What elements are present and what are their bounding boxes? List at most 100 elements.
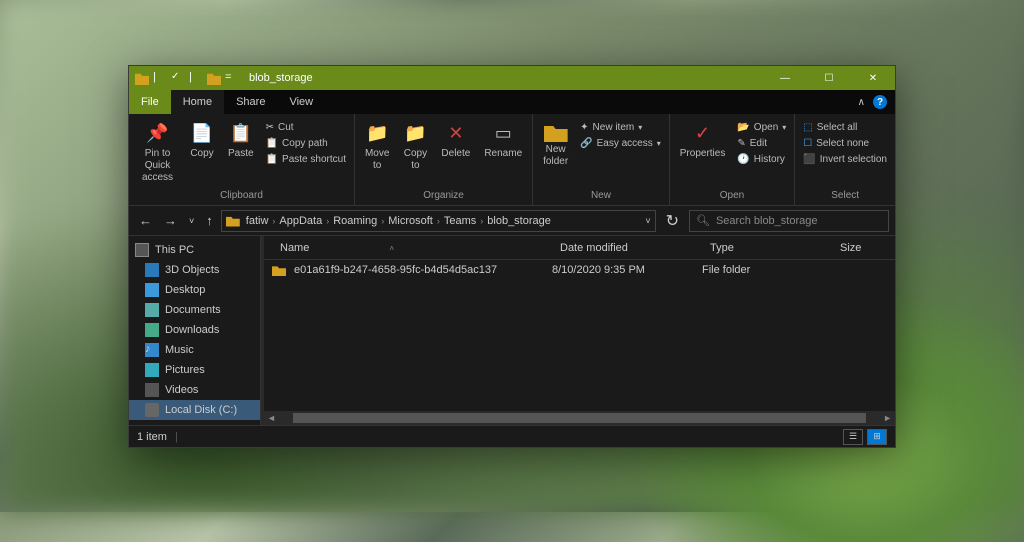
copy-button[interactable]: 📄 Copy	[184, 120, 220, 162]
explorer-window: | ✓ | = blob_storage — ☐ ✕ File Home Sha…	[128, 65, 896, 448]
chevron-down-icon[interactable]: ˅	[645, 216, 650, 226]
help-icon[interactable]: ?	[873, 95, 887, 109]
file-row[interactable]: e01a61f9-b247-4658-95fc-b4d54d5ac137 8/1…	[264, 260, 895, 280]
move-to-button[interactable]: 📁Move to	[359, 120, 395, 174]
titlebar: | ✓ | = blob_storage — ☐ ✕	[129, 66, 895, 90]
paste-shortcut-button[interactable]: 📋Paste shortcut	[262, 152, 350, 167]
cut-icon	[266, 122, 274, 133]
content-pane: Name˄ Date modified Type Size e01a61f9-b…	[264, 236, 895, 425]
breadcrumb-item[interactable]: Teams	[444, 215, 476, 227]
invert-selection-button[interactable]: ⬛Invert selection	[799, 152, 891, 167]
history-button[interactable]: 🕐History	[733, 152, 790, 167]
recent-button[interactable]: ˅	[185, 216, 198, 226]
tab-share[interactable]: Share	[224, 90, 277, 114]
delete-icon: ✕	[444, 122, 468, 146]
cut-button[interactable]: Cut	[262, 120, 350, 135]
collapse-ribbon-button[interactable]: ∧	[858, 97, 865, 108]
check-icon: ✓	[171, 71, 185, 85]
new-folder-button[interactable]: New folder	[537, 120, 574, 170]
copy-path-button[interactable]: 📋Copy path	[262, 136, 350, 151]
music-icon: ♪	[145, 343, 159, 357]
chevron-down-icon: ▾	[638, 123, 642, 132]
breadcrumb-item[interactable]: fatiw	[246, 215, 269, 227]
column-size[interactable]: Size	[832, 242, 895, 254]
file-list: e01a61f9-b247-4658-95fc-b4d54d5ac137 8/1…	[264, 260, 895, 411]
app-icon	[135, 71, 149, 85]
ribbon: 📌 Pin to Quick access 📄 Copy 📋 Paste Cut…	[129, 114, 895, 206]
folder-icon	[544, 122, 568, 142]
view-icons-button[interactable]: ⊞	[867, 429, 887, 445]
divider-icon: |	[153, 71, 167, 85]
rename-icon: ▭	[491, 122, 515, 146]
chevron-right-icon: ›	[377, 216, 388, 226]
maximize-button[interactable]: ☐	[807, 66, 851, 90]
sidebar-item-videos[interactable]: Videos	[129, 380, 260, 400]
column-headers: Name˄ Date modified Type Size	[264, 236, 895, 260]
search-input[interactable]: 🔍︎ Search blob_storage	[689, 210, 889, 232]
sidebar-item-desktop[interactable]: Desktop	[129, 280, 260, 300]
breadcrumb-item[interactable]: Microsoft	[388, 215, 433, 227]
sidebar-item-3d-objects[interactable]: 3D Objects	[129, 260, 260, 280]
breadcrumb-item[interactable]: Roaming	[333, 215, 377, 227]
sidebar-item-local-disk[interactable]: Local Disk (C:)	[129, 400, 260, 420]
tab-home[interactable]: Home	[171, 90, 224, 114]
edit-button[interactable]: ✎Edit	[733, 136, 790, 151]
up-button[interactable]: ↑	[202, 213, 217, 228]
file-type: File folder	[702, 264, 832, 276]
delete-button[interactable]: ✕Delete	[435, 120, 476, 162]
window-title: blob_storage	[245, 72, 763, 84]
open-button[interactable]: 📂Open▾	[733, 120, 790, 135]
select-all-button[interactable]: ⬚Select all	[799, 120, 891, 135]
tab-view[interactable]: View	[277, 90, 325, 114]
sidebar-this-pc[interactable]: This PC	[129, 240, 260, 260]
chevron-right-icon: ›	[268, 216, 279, 226]
close-button[interactable]: ✕	[851, 66, 895, 90]
sidebar: This PC 3D Objects Desktop Documents Dow…	[129, 236, 261, 425]
forward-button[interactable]: →	[160, 213, 181, 228]
column-date[interactable]: Date modified	[552, 242, 702, 254]
group-label: Open	[674, 188, 791, 203]
properties-button[interactable]: ✓Properties	[674, 120, 732, 162]
address-bar[interactable]: fatiw› AppData› Roaming› Microsoft› Team…	[221, 210, 656, 232]
copyto-icon: 📁	[403, 122, 427, 146]
copy-icon: 📄	[190, 122, 214, 146]
chevron-right-icon: ›	[476, 216, 487, 226]
easy-access-button[interactable]: 🔗Easy access▾	[576, 136, 665, 151]
refresh-button[interactable]: ↻	[660, 211, 685, 231]
sidebar-item-documents[interactable]: Documents	[129, 300, 260, 320]
scroll-right-icon[interactable]: ►	[880, 413, 895, 423]
scroll-thumb[interactable]	[293, 413, 866, 423]
back-button[interactable]: ←	[135, 213, 156, 228]
edit-icon: ✎	[737, 138, 745, 149]
disk-icon	[145, 403, 159, 417]
search-placeholder: Search blob_storage	[716, 215, 818, 227]
select-none-button[interactable]: ☐Select none	[799, 136, 891, 151]
column-type[interactable]: Type	[702, 242, 832, 254]
sidebar-item-downloads[interactable]: Downloads	[129, 320, 260, 340]
search-icon: 🔍︎	[696, 214, 710, 227]
sidebar-item-pictures[interactable]: Pictures	[129, 360, 260, 380]
minimize-button[interactable]: —	[763, 66, 807, 90]
group-label: Select	[799, 188, 891, 203]
scroll-left-icon[interactable]: ◄	[264, 413, 279, 423]
view-details-button[interactable]: ☰	[843, 429, 863, 445]
sidebar-item-music[interactable]: ♪Music	[129, 340, 260, 360]
rename-button[interactable]: ▭Rename	[478, 120, 528, 162]
separator: =	[225, 71, 239, 85]
3d-icon	[145, 263, 159, 277]
invert-icon: ⬛	[803, 154, 815, 165]
tab-file[interactable]: File	[129, 90, 171, 114]
column-name[interactable]: Name˄	[272, 242, 552, 254]
open-icon: 📂	[737, 122, 749, 133]
chevron-right-icon: ›	[433, 216, 444, 226]
chevron-right-icon: ›	[322, 216, 333, 226]
pin-quick-access-button[interactable]: 📌 Pin to Quick access	[133, 120, 182, 186]
breadcrumb-item[interactable]: blob_storage	[487, 215, 551, 227]
breadcrumb-item[interactable]: AppData	[279, 215, 322, 227]
paste-button[interactable]: 📋 Paste	[222, 120, 260, 162]
chevron-down-icon: ▾	[657, 139, 661, 148]
horizontal-scrollbar[interactable]: ◄ ►	[264, 411, 895, 425]
copy-to-button[interactable]: 📁Copy to	[397, 120, 433, 174]
newitem-icon: ✦	[580, 122, 588, 133]
new-item-button[interactable]: ✦New item▾	[576, 120, 665, 135]
